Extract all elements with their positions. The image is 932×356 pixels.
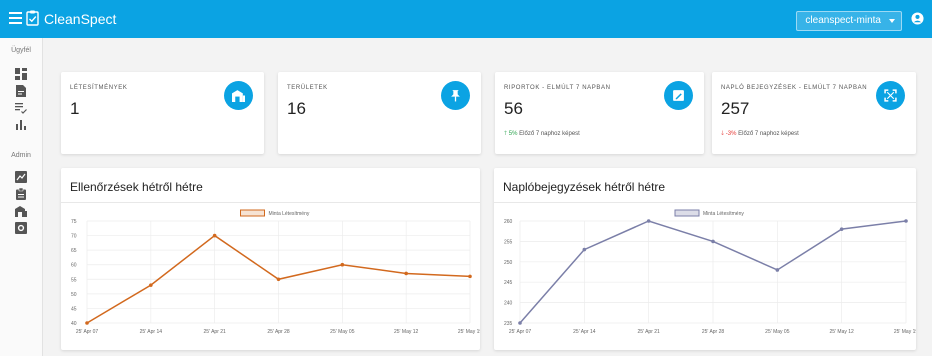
x-tick-label: 25' May 19 xyxy=(458,329,480,335)
stat-trend: 🡓 -3% Előző 7 naphoz képest xyxy=(721,129,799,139)
stat-card-areas[interactable]: TERÜLETEK 16 xyxy=(278,72,481,154)
account-select[interactable]: cleanspect-minta xyxy=(796,11,902,31)
inspections-line-chart: Minta Létesítmény 40 45 50 55 60 65 70 75 25' Apr… xyxy=(71,209,480,335)
pin-icon xyxy=(451,90,460,102)
y-tick-label: 250 xyxy=(504,260,513,266)
legend-swatch xyxy=(674,209,700,217)
y-tick-label: 75 xyxy=(71,219,77,225)
admin-chart-icon[interactable] xyxy=(15,171,27,183)
data-point xyxy=(518,321,522,325)
data-point xyxy=(711,239,715,244)
stat-value: 1 xyxy=(70,99,80,118)
stat-label: NAPLÓ BEJEGYZÉSEK - ELMÚLT 7 NAPBAN xyxy=(721,85,868,91)
data-point xyxy=(149,283,153,287)
stat-value: 16 xyxy=(287,99,306,118)
top-app-bar: CleanSpect cleanspect-minta xyxy=(0,0,932,38)
y-tick-label: 70 xyxy=(71,234,77,240)
stat-trend: 🡑 5% Előző 7 naphoz képest xyxy=(504,129,580,139)
trend-text: Előző 7 naphoz képest xyxy=(519,131,580,137)
settings-icon[interactable] xyxy=(15,222,27,234)
sidebar-section-admin: Admin xyxy=(11,152,31,159)
stat-value: 56 xyxy=(504,99,523,118)
sidebar: Ügyfél Admin xyxy=(0,38,43,356)
checklist-icon[interactable] xyxy=(15,102,27,114)
account-circle-icon[interactable] xyxy=(911,12,924,25)
arrow-up-icon: 🡑 xyxy=(504,131,508,137)
x-tick-label: 25' May 05 xyxy=(330,329,355,335)
clipboard-icon[interactable] xyxy=(15,188,27,200)
stat-card-log-entries[interactable]: NAPLÓ BEJEGYZÉSEK - ELMÚLT 7 NAPBAN 257 … xyxy=(712,72,916,154)
data-point xyxy=(582,247,587,252)
chart-title: Ellenőrzések hétről hétre xyxy=(70,180,203,194)
x-tick-label: 25' May 05 xyxy=(765,329,790,335)
data-point xyxy=(646,219,651,223)
data-point xyxy=(468,274,472,279)
stat-label: RIPORTOK - ELMÚLT 7 NAPBAN xyxy=(504,85,611,91)
stat-value: 257 xyxy=(721,99,750,118)
menu-icon[interactable] xyxy=(9,12,22,24)
dashboard-icon[interactable] xyxy=(15,68,27,80)
chevron-down-icon xyxy=(889,19,895,23)
stat-card-facilities[interactable]: LÉTESÍTMÉNYEK 1 xyxy=(61,72,264,154)
expand-icon xyxy=(884,89,897,102)
chart-card-inspections: Ellenőrzések hétről hétre Minta Létesítm… xyxy=(61,168,480,350)
x-tick-label: 25' Apr 07 xyxy=(76,329,99,335)
data-point xyxy=(775,268,780,272)
stat-badge xyxy=(441,81,470,110)
y-tick-label: 50 xyxy=(71,292,77,298)
x-tick-label: 25' Apr 28 xyxy=(267,329,290,335)
y-tick-label: 65 xyxy=(71,248,77,254)
legend-label: Minta Létesítmény xyxy=(269,211,310,217)
stat-badge xyxy=(224,81,253,110)
y-tick-label: 255 xyxy=(504,239,513,245)
building-icon[interactable] xyxy=(15,205,27,217)
y-tick-label: 260 xyxy=(504,219,513,225)
x-tick-label: 25' May 19 xyxy=(894,329,916,335)
x-tick-label: 25' Apr 14 xyxy=(573,329,596,335)
x-tick-label: 25' Apr 28 xyxy=(702,329,725,335)
log-entries-line-chart: Minta Létesítmény 235 240 245 250 255 260 25' A… xyxy=(504,209,916,335)
stat-card-reports[interactable]: RIPORTOK - ELMÚLT 7 NAPBAN 56 🡑 5% Előző… xyxy=(495,72,704,154)
stat-badge xyxy=(664,81,693,110)
x-tick-label: 25' Apr 21 xyxy=(637,329,660,335)
data-point xyxy=(904,219,908,223)
legend-label: Minta Létesítmény xyxy=(703,211,744,217)
x-tick-label: 25' May 12 xyxy=(830,329,855,335)
data-point xyxy=(85,321,89,325)
legend-swatch xyxy=(240,209,265,217)
y-tick-label: 245 xyxy=(504,280,513,286)
y-tick-label: 240 xyxy=(504,301,513,307)
bar-chart-icon[interactable] xyxy=(15,119,27,131)
data-point xyxy=(212,233,217,238)
data-point xyxy=(340,262,345,267)
sidebar-section-client: Ügyfél xyxy=(11,47,31,54)
y-tick-label: 45 xyxy=(71,306,77,312)
x-tick-label: 25' Apr 07 xyxy=(509,329,532,335)
report-icon[interactable] xyxy=(15,85,27,97)
edit-icon xyxy=(673,90,684,101)
x-tick-label: 25' Apr 21 xyxy=(203,329,226,335)
y-tick-label: 40 xyxy=(71,321,77,327)
arrow-down-icon: 🡓 xyxy=(721,131,725,137)
y-tick-label: 60 xyxy=(71,263,77,269)
y-tick-label: 235 xyxy=(504,321,513,327)
trend-text: Előző 7 naphoz képest xyxy=(738,131,799,137)
trend-value: -3% xyxy=(725,131,737,137)
y-tick-label: 55 xyxy=(71,277,77,283)
stat-label: TERÜLETEK xyxy=(287,85,328,91)
stat-badge xyxy=(876,81,905,110)
app-title: CleanSpect xyxy=(44,11,117,27)
stat-label: LÉTESÍTMÉNYEK xyxy=(70,85,128,91)
data-point xyxy=(839,227,844,231)
clipboard-check-icon xyxy=(26,10,39,26)
x-tick-label: 25' Apr 14 xyxy=(140,329,163,335)
account-name: cleanspect-minta xyxy=(805,15,881,26)
data-point xyxy=(276,277,281,282)
chart-card-log-entries: Naplóbejegyzések hétről hétre Minta Léte… xyxy=(494,168,916,350)
chart-title: Naplóbejegyzések hétről hétre xyxy=(503,180,666,194)
x-tick-label: 25' May 12 xyxy=(394,329,419,335)
data-point xyxy=(404,271,408,276)
trend-value: 5% xyxy=(508,131,518,137)
building-icon xyxy=(232,90,245,102)
